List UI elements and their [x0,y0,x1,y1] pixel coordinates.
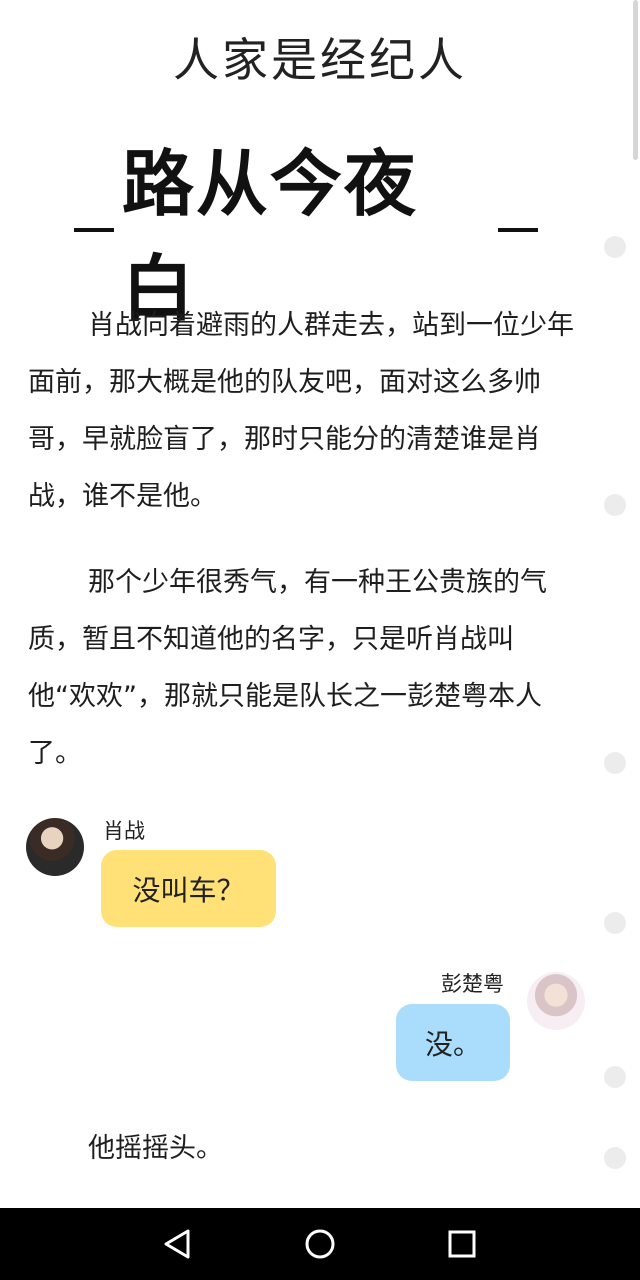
avatar-xiao-zhan [26,818,84,876]
page-indicator-dot[interactable] [604,494,626,516]
chapter-dash-left [74,228,114,232]
page-indicator-dot[interactable] [604,752,626,774]
chapter-dash-right [498,228,539,232]
page-indicator-dot[interactable] [604,236,626,258]
story-paragraph: 肖战向着避雨的人群走去，站到一位少年面前，那大概是他的队友吧，面对这么多帅哥，早… [28,310,574,512]
avatar-peng-chuyue [527,972,585,1030]
story-paragraph: 他摇摇头。 [88,1133,223,1164]
speaker-name: 彭楚粤 [441,972,504,996]
page-title: 人家是经纪人 [173,33,467,87]
home-icon[interactable] [302,1226,338,1262]
chat-bubble: 没叫车？ [101,850,276,927]
speaker-name: 肖战 [103,819,145,843]
page-indicator-dot[interactable] [604,912,626,934]
chat-bubble: 没。 [396,1004,510,1081]
recent-apps-icon[interactable] [444,1226,480,1262]
chapter-title: 路从今夜白 [66,142,546,331]
page-indicator-dot[interactable] [604,1066,626,1088]
system-nav-bar [0,1208,640,1280]
story-paragraph: 那个少年很秀气，有一种王公贵族的气质，暂且不知道他的名字，只是听肖战叫他“欢欢”… [28,567,547,769]
back-icon[interactable] [160,1226,196,1262]
page-indicator-dot[interactable] [604,1147,626,1169]
